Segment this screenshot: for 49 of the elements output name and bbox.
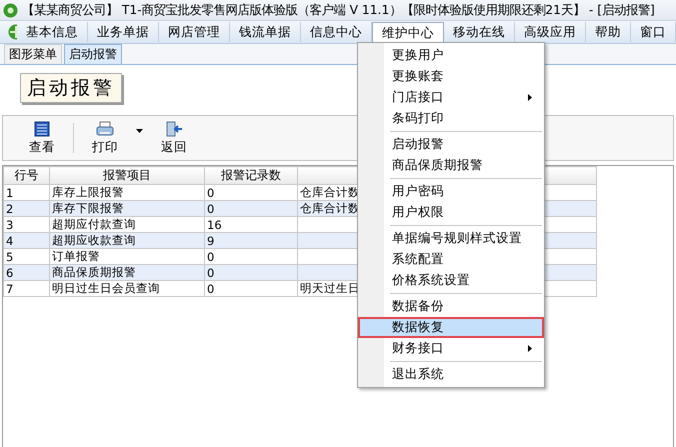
column-header: 报警记录数 [204, 166, 298, 184]
table-cell: 2 [4, 200, 50, 216]
toolbar-button[interactable]: 返回 [153, 120, 195, 156]
menu-item[interactable]: 财务接口 [358, 338, 544, 359]
page-banner: 启动报警 [20, 73, 122, 103]
menu-item[interactable]: 条码打印 [358, 108, 544, 129]
table-cell: 4 [4, 232, 50, 248]
submenu-arrow-icon [528, 94, 532, 101]
menu-item[interactable]: 更换用户 [358, 45, 544, 66]
menu-item[interactable]: 启动报警 [358, 134, 544, 155]
menu-item[interactable]: 单据编号规则样式设置 [358, 228, 544, 249]
menu-item[interactable]: 钱流单据 [230, 22, 301, 42]
toolbar-button[interactable]: 查看 [21, 120, 63, 156]
table-cell: 7 [4, 280, 50, 296]
app-logo-icon [3, 2, 18, 18]
list-icon [34, 120, 50, 136]
menu-item[interactable]: 帮助 [586, 22, 631, 42]
table-cell: 0 [204, 280, 298, 296]
menu-item[interactable]: 数据备份 [358, 296, 544, 317]
submenu-arrow-icon [528, 345, 532, 352]
table-cell: 商品保质期报警 [50, 264, 204, 280]
door-arrow-icon [165, 120, 183, 136]
menu-item[interactable]: 维护中心 [372, 22, 444, 44]
table-cell: 6 [4, 264, 50, 280]
caret-icon[interactable] [136, 129, 143, 133]
table-cell: 超期应收款查询 [50, 232, 204, 248]
table-cell: 0 [204, 264, 298, 280]
menu-item[interactable]: 网店管理 [159, 22, 230, 42]
menu-item[interactable]: 数据恢复 [358, 317, 544, 338]
menu-item[interactable]: 窗口 [631, 22, 676, 42]
tab[interactable]: 图形菜单 [4, 44, 62, 64]
app-logo-icon [8, 24, 17, 40]
menu-item[interactable]: 基本信息 [17, 22, 88, 42]
window-title: 【某某商贸公司】 T1-商贸宝批发零售网店版体验版（客户端 V 11.1）【限时体验版使用期限还剩21天】 - [启动报警] [22, 2, 655, 18]
table-cell: 0 [204, 200, 298, 216]
table-cell: 9 [204, 232, 298, 248]
column-header: 报警项目 [50, 166, 204, 184]
menu-item[interactable]: 系统配置 [358, 249, 544, 270]
menu-item[interactable]: 退出系统 [358, 364, 544, 385]
table-cell: 明日过生日会员查询 [50, 280, 204, 296]
menu-item[interactable]: 商品保质期报警 [358, 155, 544, 176]
menu-item[interactable]: 更换账套 [358, 66, 544, 87]
printer-icon [96, 120, 114, 136]
tab[interactable]: 启动报警 [64, 44, 122, 64]
column-header: 行号 [4, 166, 50, 184]
toolbar-button[interactable]: 打印 [84, 120, 126, 156]
menu-item[interactable]: 业务单据 [88, 22, 159, 42]
menu-item[interactable]: 门店接口 [358, 87, 544, 108]
table-cell: 库存下限报警 [50, 200, 204, 216]
